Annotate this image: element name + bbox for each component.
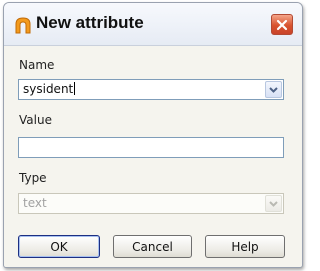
text-caret xyxy=(74,82,76,95)
name-value: sysident xyxy=(23,82,76,96)
title-bar[interactable]: New attribute xyxy=(4,3,302,46)
close-button[interactable] xyxy=(271,14,293,35)
type-dropdown-button[interactable] xyxy=(265,195,282,212)
new-attribute-dialog: New attribute Name sysident Value Type t… xyxy=(3,2,303,268)
type-select[interactable]: text xyxy=(18,193,284,214)
help-button[interactable]: Help xyxy=(205,235,285,258)
name-label: Name xyxy=(19,58,55,72)
close-icon xyxy=(276,19,288,30)
arch-icon xyxy=(15,17,31,34)
name-combobox[interactable]: sysident xyxy=(18,79,284,100)
cancel-button[interactable]: Cancel xyxy=(113,235,192,258)
value-input[interactable] xyxy=(18,137,284,158)
name-dropdown-button[interactable] xyxy=(265,81,282,98)
type-label: Type xyxy=(19,171,47,185)
ok-button[interactable]: OK xyxy=(18,235,100,258)
chevron-down-icon xyxy=(269,86,278,93)
type-value: text xyxy=(23,196,47,210)
value-label: Value xyxy=(19,113,52,127)
dialog-title: New attribute xyxy=(36,13,144,32)
chevron-down-icon xyxy=(269,200,278,207)
